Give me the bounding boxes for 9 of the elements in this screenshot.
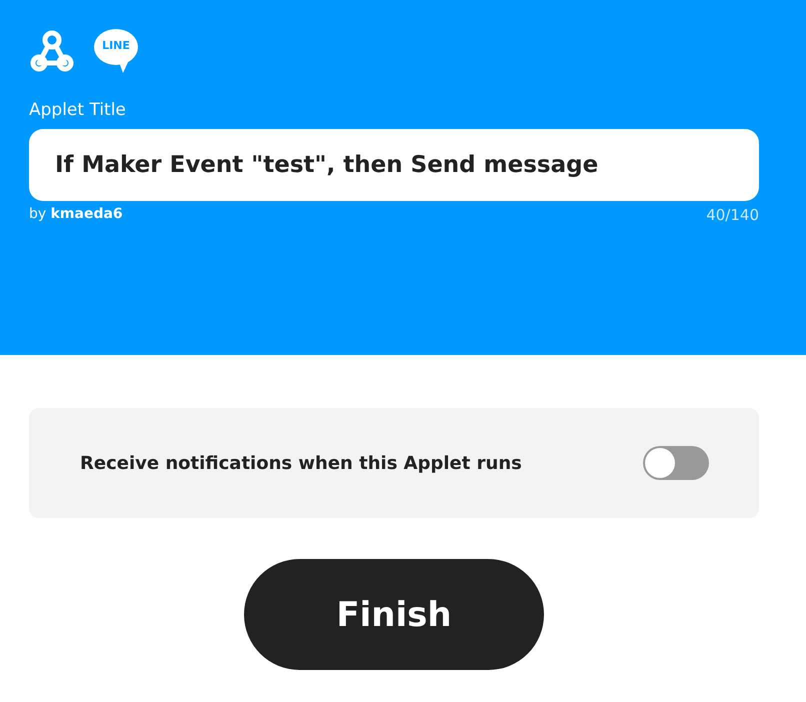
webhook-icon (29, 29, 75, 73)
field-label: Applet Title (29, 100, 127, 120)
notification-label: Receive notifications when this Applet runs (80, 452, 522, 474)
chat-bubble-logo: LINE (93, 28, 139, 74)
title-field[interactable]: If Maker Event "test", then Send message (29, 129, 759, 201)
author-text: by kmaeda6 (29, 206, 123, 224)
character-count: 40/140 (706, 206, 759, 224)
finish-button[interactable]: Finish (244, 559, 544, 670)
toggle-switch[interactable] (643, 446, 709, 480)
